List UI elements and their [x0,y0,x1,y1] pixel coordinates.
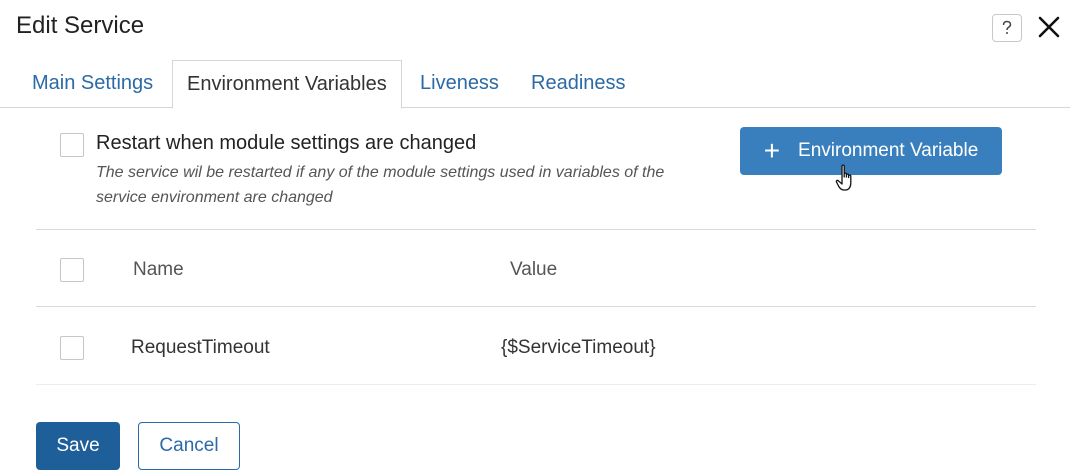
tab-main-settings[interactable]: Main Settings [32,60,153,108]
row-checkbox[interactable] [60,336,84,360]
cancel-button[interactable]: Cancel [138,422,240,470]
column-header-value[interactable]: Value [510,259,557,281]
tab-environment-variables[interactable]: Environment Variables [172,60,402,109]
restart-checkbox[interactable] [60,133,84,157]
plus-icon: + [763,135,781,166]
select-all-checkbox[interactable] [60,258,84,282]
column-header-name[interactable]: Name [133,259,184,281]
close-button[interactable] [1034,12,1064,42]
table-header-divider [36,306,1036,307]
row-name: RequestTimeout [131,337,270,358]
restart-description: The service wil be restarted if any of t… [96,164,665,206]
tab-liveness[interactable]: Liveness [420,60,499,108]
dialog-title: Edit Service [16,12,145,39]
save-button[interactable]: Save [36,422,120,470]
close-icon [1038,16,1060,38]
hand-cursor-icon [835,164,852,191]
tab-readiness[interactable]: Readiness [531,60,626,108]
question-icon [1002,20,1012,34]
help-button[interactable] [992,14,1022,42]
row-value: {$ServiceTimeout} [501,337,656,358]
table-bottom-divider [36,384,1036,385]
table-top-divider [36,229,1036,230]
tab-bar: Main Settings Environment Variables Live… [0,60,1070,109]
dialog-header: Edit Service [0,0,1070,58]
add-button-label: Environment Variable [798,140,979,161]
add-environment-variable-button[interactable]: + Environment Variable [740,127,1002,175]
restart-label: Restart when module settings are changed [96,132,477,154]
